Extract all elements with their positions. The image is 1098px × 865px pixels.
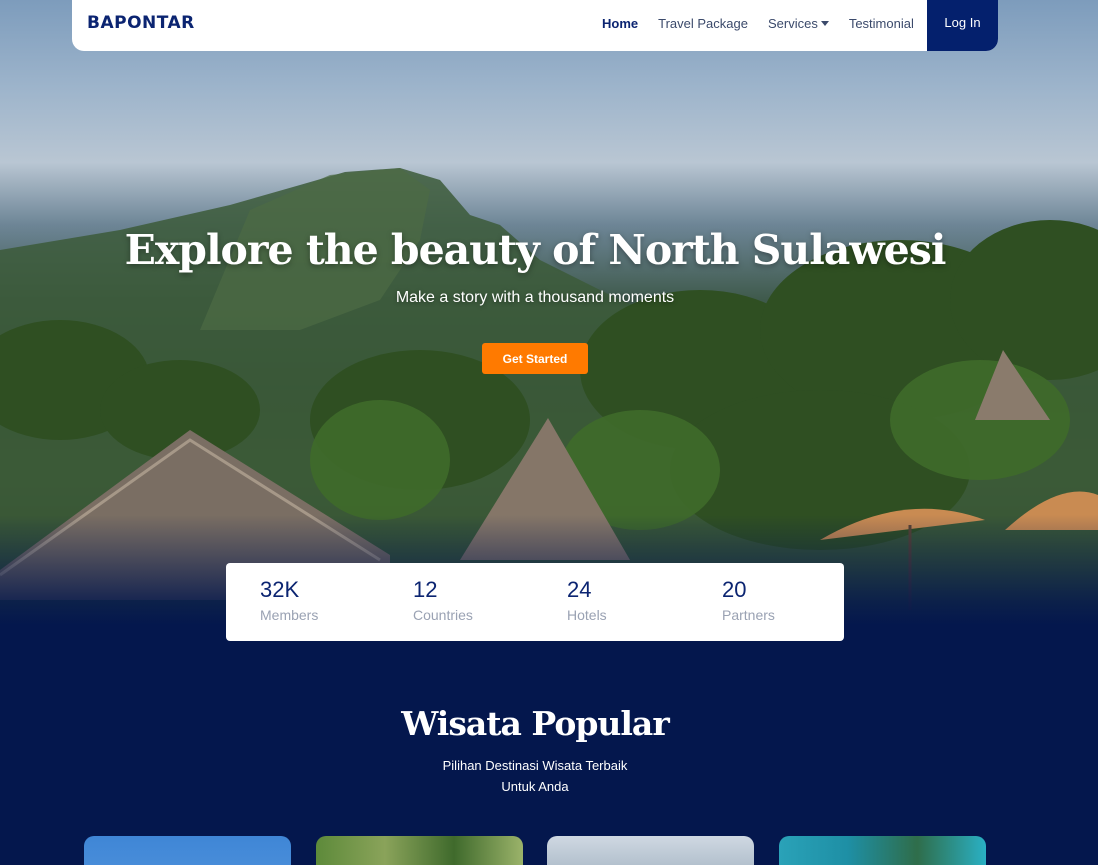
stat-partners: 20 Partners [722, 577, 775, 623]
nav-link-services-label: Services [767, 16, 818, 31]
nav-link-travel-package[interactable]: Travel Package [658, 16, 748, 31]
nav-link-testimonial[interactable]: Testimonial [849, 16, 914, 31]
chevron-down-icon [820, 21, 829, 26]
hero-subtitle: Make a story with a thousand moments [395, 289, 675, 306]
destination-card[interactable] [84, 836, 291, 865]
nav-links: Home Travel Package Services Testimonial [602, 16, 934, 31]
nav-link-services[interactable]: Services [768, 16, 829, 31]
stat-hotels: 24 Hotels [567, 577, 607, 623]
popular-section-subtitle: Pilihan Destinasi Wisata Terbaik Untuk A… [0, 755, 1070, 797]
brand-logo[interactable]: BAPONTAR [87, 13, 195, 33]
popular-subtitle-line-1: Pilihan Destinasi Wisata Terbaik [442, 758, 628, 773]
stat-label: Countries [413, 607, 473, 623]
stats-card: 32K Members 12 Countries 24 Hotels 20 Pa… [226, 563, 844, 641]
hero-title: Explore the beauty of North Sulawesi [124, 226, 947, 274]
get-started-button[interactable]: Get Started [482, 343, 588, 374]
stat-countries: 12 Countries [413, 577, 473, 623]
stat-label: Members [260, 607, 319, 623]
destination-card[interactable] [316, 836, 523, 865]
login-button[interactable]: Log In [927, 0, 998, 51]
destination-card[interactable] [547, 836, 754, 865]
brand-name: BAPONTAR [87, 13, 195, 33]
stat-value: 20 [722, 577, 747, 602]
hero-section [0, 0, 1098, 625]
stat-label: Partners [722, 607, 775, 623]
stat-value: 24 [567, 577, 592, 602]
top-navbar: BAPONTAR Home Travel Package Services Te… [72, 0, 998, 51]
stat-value: 12 [413, 577, 438, 602]
popular-section-title: Wisata Popular [401, 704, 669, 743]
destination-card[interactable] [779, 836, 986, 865]
popular-subtitle-line-2: Untuk Anda [501, 779, 569, 794]
nav-link-home[interactable]: Home [602, 16, 638, 31]
stat-value: 32K [260, 577, 300, 602]
stat-members: 32K Members [260, 577, 318, 623]
stat-label: Hotels [567, 607, 607, 623]
